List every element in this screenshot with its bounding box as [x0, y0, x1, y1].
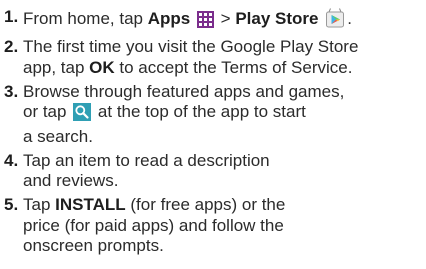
step-3: 3. Browse through featured apps and game… — [4, 82, 422, 148]
step-text-segment: app, tap — [23, 57, 90, 77]
step-text-segment: From home, tap — [23, 9, 148, 28]
step-5: 5. Tap INSTALL (for free apps) or the pr… — [4, 195, 422, 257]
install-label: INSTALL — [55, 195, 126, 214]
step-text: Tap an item to read a description and re… — [23, 151, 422, 192]
step-text: Browse through featured apps and games, … — [23, 82, 422, 148]
step-text-line: Tap an item to read a description — [23, 150, 270, 170]
step-text-segment: at the top of the app to start — [93, 102, 306, 121]
step-text-segment: > — [215, 9, 236, 28]
step-4: 4. Tap an item to read a description and… — [4, 151, 422, 192]
play-store-icon — [325, 7, 345, 34]
step-number: 3. — [4, 81, 19, 101]
step-text-line: or tap at the top of the app to start — [23, 102, 422, 127]
step-number: 4. — [4, 150, 19, 170]
instruction-steps: 1. From home, tap Apps > Play Store . 2.… — [0, 0, 426, 269]
step-number: 1. — [4, 7, 19, 26]
step-text: From home, tap Apps > Play Store . — [23, 7, 422, 34]
step-text-line: app, tap OK to accept the Terms of Servi… — [23, 58, 422, 79]
step-text-segment: Tap — [23, 195, 56, 214]
step-text-segment: (for free apps) or the — [125, 195, 286, 214]
step-text-line: Browse through featured apps and games, — [23, 81, 345, 101]
step-2: 2. The first time you visit the Google P… — [4, 37, 422, 78]
ok-label: OK — [89, 57, 115, 77]
step-text-line: Tap INSTALL (for free apps) or the — [23, 195, 422, 216]
step-text-line: and reviews. — [23, 171, 119, 190]
apps-label: Apps — [147, 9, 191, 28]
step-text: Tap INSTALL (for free apps) or the price… — [23, 195, 422, 257]
step-1: 1. From home, tap Apps > Play Store . — [4, 7, 422, 34]
step-text: The first time you visit the Google Play… — [23, 37, 422, 78]
search-icon — [73, 103, 92, 127]
step-text-segment: to accept the Terms of Service. — [114, 57, 353, 77]
step-text-segment: or tap — [23, 102, 72, 121]
step-number: 5. — [4, 195, 19, 214]
play-store-label: Play Store — [235, 9, 319, 28]
apps-grid-icon — [196, 11, 214, 34]
step-text-line: a search. — [23, 126, 93, 146]
step-text-line: onscreen prompts. — [23, 236, 164, 255]
step-text-segment: . — [347, 9, 352, 28]
step-text-line: price (for paid apps) and follow the — [23, 215, 284, 235]
step-number: 2. — [4, 37, 19, 56]
step-text-line: The first time you visit the Google Play… — [23, 37, 359, 56]
